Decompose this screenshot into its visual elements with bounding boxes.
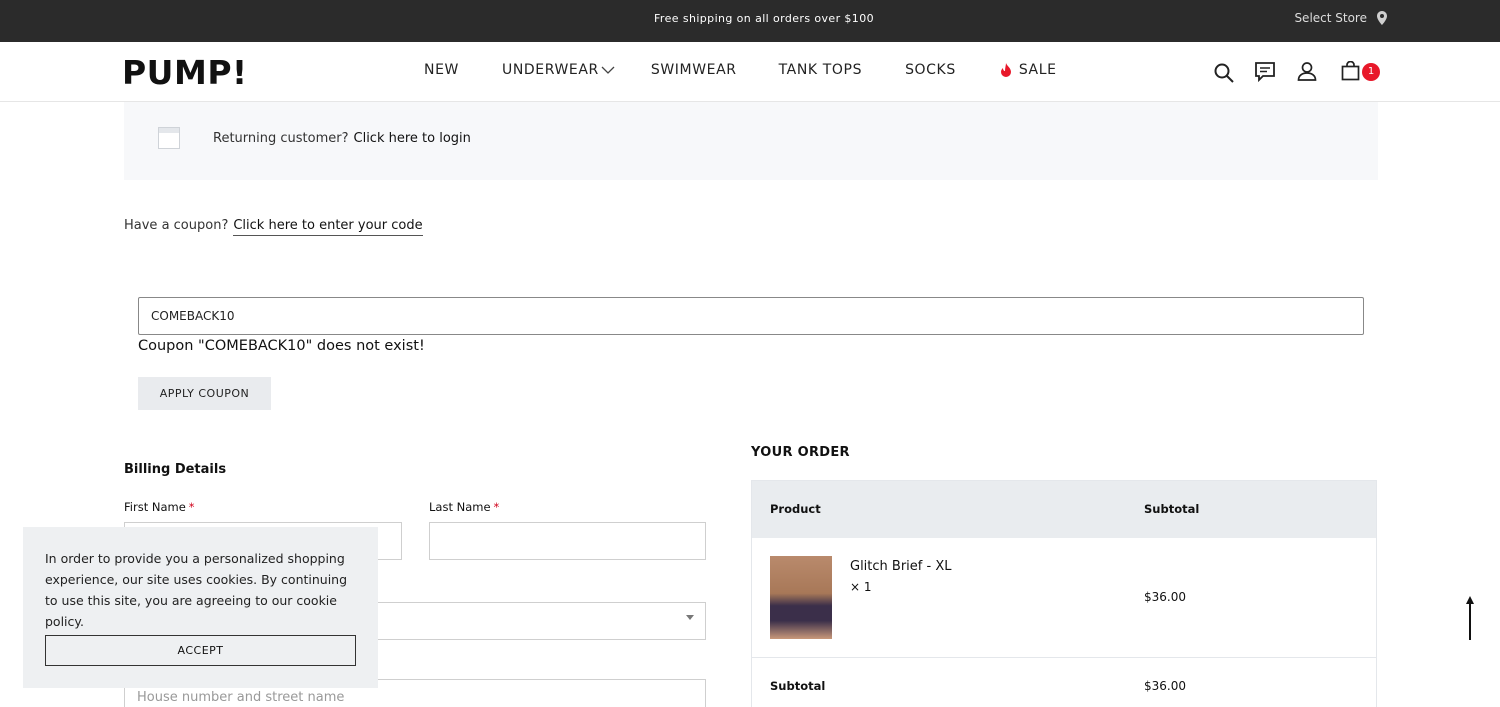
product-price: $36.00 — [1144, 590, 1186, 604]
last-name-label-text: Last Name — [429, 500, 491, 514]
coupon-code-input[interactable]: COMEBACK10 — [138, 297, 1364, 335]
order-summary-table: Product Subtotal Glitch Brief - XL × 1 $… — [751, 480, 1377, 707]
select-store-label: Select Store — [1294, 11, 1367, 25]
window-icon — [158, 127, 180, 149]
announcement-bar: Free shipping on all orders over $100 Se… — [0, 0, 1500, 42]
product-name: Glitch Brief - XL — [850, 559, 952, 574]
account-icon[interactable] — [1297, 61, 1317, 81]
coupon-prompt: Have a coupon? — [124, 218, 229, 233]
flame-icon — [1000, 63, 1011, 77]
returning-customer-notice: Returning customer? Click here to login — [124, 102, 1378, 180]
cart-icon[interactable] — [1341, 61, 1360, 81]
blog-icon[interactable] — [1254, 61, 1276, 83]
subtotal-column-header: Subtotal — [1144, 502, 1200, 516]
order-table-header: Product Subtotal — [752, 481, 1376, 538]
pump-logo[interactable]: PUMP! — [122, 53, 248, 92]
cart-count-badge: 1 — [1362, 63, 1380, 81]
product-column-header: Product — [770, 502, 821, 516]
required-mark: * — [188, 500, 195, 514]
returning-customer-text: Returning customer? Click here to login — [213, 131, 471, 146]
search-icon[interactable] — [1214, 63, 1234, 83]
accept-cookies-button[interactable]: ACCEPT — [45, 635, 356, 666]
last-name-label: Last Name * — [429, 500, 499, 514]
nav-underwear[interactable]: UNDERWEAR — [502, 62, 615, 78]
coupon-error-message: Coupon "COMEBACK10" does not exist! — [138, 338, 425, 354]
last-name-field[interactable] — [429, 522, 706, 560]
cookie-message: In order to provide you a personalized s… — [45, 551, 348, 629]
nav-tank-tops[interactable]: TANK TOPS — [779, 62, 862, 78]
nav-underwear-label: UNDERWEAR — [501, 62, 599, 78]
subtotal-value: $36.00 — [1144, 679, 1186, 693]
returning-customer-prompt: Returning customer? — [213, 131, 349, 146]
login-link[interactable]: Click here to login — [354, 131, 471, 146]
nav-swimwear[interactable]: SWIMWEAR — [651, 62, 737, 78]
apply-coupon-button[interactable]: APPLY COUPON — [138, 377, 271, 410]
first-name-label: First Name * — [124, 500, 195, 514]
scroll-to-top-icon[interactable] — [1462, 594, 1478, 642]
billing-details-heading: Billing Details — [124, 462, 227, 477]
enter-coupon-link[interactable]: Click here to enter your code — [233, 218, 423, 236]
subtotal-label: Subtotal — [770, 679, 826, 693]
coupon-notice: Have a coupon? Click here to enter your c… — [124, 218, 423, 236]
select-store[interactable]: Select Store — [1294, 11, 1387, 25]
nav-socks[interactable]: SOCKS — [905, 62, 956, 78]
select-arrow-icon — [686, 615, 694, 620]
order-item-row: Glitch Brief - XL × 1 $36.00 — [752, 538, 1376, 658]
nav-sale-label: SALE — [1018, 62, 1057, 78]
map-pin-icon — [1377, 11, 1387, 25]
required-mark: * — [493, 500, 500, 514]
cookie-banner: In order to provide you a personalized s… — [23, 527, 378, 688]
main-nav: NEW UNDERWEAR SWIMWEAR TANK TOPS SOCKS S… — [424, 62, 1057, 78]
shipping-promo: Free shipping on all orders over $100 — [654, 12, 874, 25]
product-quantity: × 1 — [850, 580, 872, 594]
product-thumbnail[interactable] — [770, 556, 832, 639]
nav-sale[interactable]: SALE — [1000, 62, 1057, 78]
chevron-down-icon — [601, 66, 615, 74]
nav-new[interactable]: NEW — [424, 62, 459, 78]
your-order-heading: YOUR ORDER — [751, 445, 850, 460]
first-name-label-text: First Name — [124, 500, 186, 514]
